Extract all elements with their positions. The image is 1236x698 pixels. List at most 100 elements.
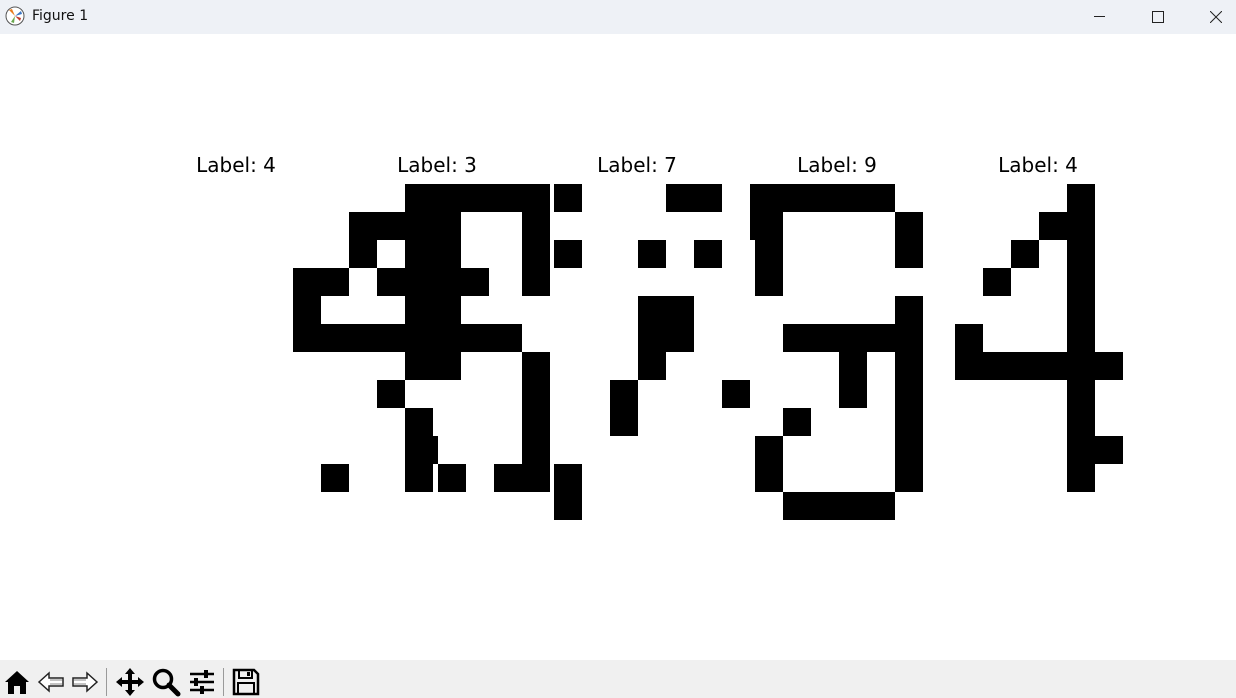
back-arrow-icon[interactable]	[36, 667, 66, 697]
digit-pixel	[522, 268, 550, 296]
digit-pixel	[349, 240, 377, 268]
digit-pixel	[1011, 352, 1039, 380]
digit-pixel	[522, 240, 550, 268]
digit-pixel	[522, 352, 550, 380]
zoom-icon[interactable]	[151, 667, 181, 697]
digit-pixel	[1067, 240, 1095, 268]
digit-pixel	[755, 268, 783, 296]
digit-pixel	[410, 212, 438, 240]
digit-pixel	[783, 492, 811, 520]
digit-pixel	[895, 436, 923, 464]
digit-pixel	[377, 212, 405, 240]
digit-pixel	[494, 184, 522, 212]
digit-pixel	[1067, 352, 1095, 380]
digit-pixel	[1067, 436, 1095, 464]
digit-pixel	[522, 212, 550, 240]
digit-pixel	[438, 184, 466, 212]
digit-pixel	[666, 324, 694, 352]
digit-pixel	[783, 324, 811, 352]
digit-pixel	[405, 184, 433, 212]
digit-pixel	[349, 324, 377, 352]
digit-pixel	[377, 324, 405, 352]
digit-pixel	[783, 408, 811, 436]
digit-pixel	[895, 212, 923, 240]
digit-pixel	[293, 268, 321, 296]
digit-pixel	[839, 184, 867, 212]
digit-pixel	[522, 408, 550, 436]
digit-pixel	[722, 380, 750, 408]
digit-pixel	[983, 268, 1011, 296]
digit-pixel	[955, 352, 983, 380]
digit-pixel	[522, 184, 550, 212]
digit-pixel	[811, 492, 839, 520]
configure-subplots-icon[interactable]	[187, 667, 217, 697]
digit-pixel	[811, 184, 839, 212]
window-titlebar: Figure 1	[0, 0, 1236, 34]
digit-pixel	[321, 268, 349, 296]
forward-arrow-icon[interactable]	[70, 667, 100, 697]
digit-pixel	[610, 380, 638, 408]
digit-pixel	[867, 324, 895, 352]
digit-pixel	[895, 380, 923, 408]
digit-pixel	[1067, 184, 1095, 212]
digit-pixel	[522, 464, 550, 492]
digit-pixel	[983, 352, 1011, 380]
navigation-toolbar	[0, 660, 1236, 698]
digit-pixel	[554, 184, 582, 212]
digit-pixel	[433, 352, 461, 380]
figure-canvas[interactable]: Label: 4 Label: 3 Label: 7 Label: 9 Labe…	[0, 34, 1236, 660]
panel-title-5: Label: 4	[998, 153, 1078, 177]
close-button[interactable]	[1187, 0, 1236, 34]
digit-pixel	[666, 296, 694, 324]
digit-pixel	[1095, 436, 1123, 464]
digit-pixel	[895, 408, 923, 436]
digit-pixel	[349, 212, 377, 240]
digit-pixel	[839, 352, 867, 380]
maximize-button[interactable]	[1129, 0, 1187, 34]
digit-pixel	[377, 268, 405, 296]
panel-title-2: Label: 3	[397, 153, 477, 177]
digit-pixel	[839, 380, 867, 408]
matplotlib-app-icon	[5, 6, 25, 26]
digit-pixel	[466, 324, 494, 352]
digit-pixel	[955, 324, 983, 352]
digit-pixel	[554, 492, 582, 520]
digit-pixel	[494, 464, 522, 492]
digit-pixel	[895, 324, 923, 352]
digit-pixel	[405, 324, 433, 352]
maximize-icon	[1152, 11, 1164, 23]
pan-icon[interactable]	[115, 667, 145, 697]
digit-pixel	[438, 464, 466, 492]
digit-pixel	[554, 240, 582, 268]
digit-pixel	[377, 380, 405, 408]
digit-pixel	[405, 408, 433, 436]
digit-pixel	[405, 296, 433, 324]
digit-pixel	[1067, 268, 1095, 296]
digit-pixel	[405, 268, 433, 296]
digit-pixel	[438, 268, 466, 296]
save-icon[interactable]	[231, 667, 261, 697]
digit-pixel	[433, 324, 461, 352]
digit-pixel	[1067, 212, 1095, 240]
digit-pixel	[321, 464, 349, 492]
digit-pixel	[638, 324, 666, 352]
digit-pixel	[755, 212, 783, 240]
digit-pixel	[321, 324, 349, 352]
digit-pixel	[755, 436, 783, 464]
panel-title-1: Label: 4	[196, 153, 276, 177]
digit-pixel	[405, 352, 433, 380]
digit-pixel	[433, 240, 461, 268]
digit-pixel	[433, 296, 461, 324]
home-icon[interactable]	[2, 667, 32, 697]
digit-pixel	[895, 240, 923, 268]
digit-pixel	[1011, 240, 1039, 268]
close-icon	[1210, 11, 1222, 23]
digit-pixel	[666, 184, 694, 212]
digit-pixel	[638, 296, 666, 324]
digit-pixel	[839, 492, 867, 520]
panel-title-4: Label: 9	[797, 153, 877, 177]
minimize-button[interactable]	[1071, 0, 1129, 34]
digit-pixel	[1067, 464, 1095, 492]
digit-pixel	[1067, 296, 1095, 324]
digit-pixel	[410, 436, 438, 464]
